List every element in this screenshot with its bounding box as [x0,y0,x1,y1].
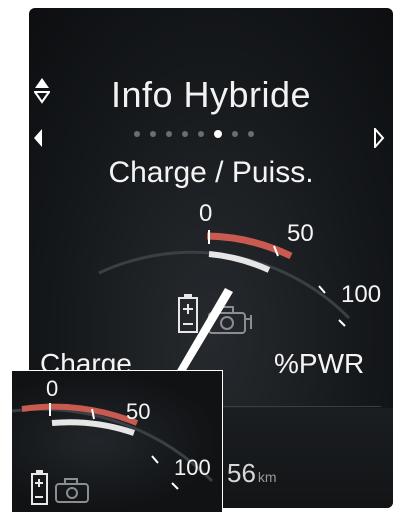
inset-battery-icon [31,470,48,505]
odometer-value: 56 [227,458,256,488]
scale-label-fifty: 50 [287,220,314,247]
tick-minor [338,319,346,327]
inset-gauge [12,403,214,505]
scale-label-zero: 0 [199,200,213,227]
magnified-inset: 0 50 100 [12,370,223,512]
inset-scale-label-zero: 0 [46,376,59,401]
inset-engine-icon [55,478,89,503]
gauge-outer-arc [98,250,351,320]
odometer: 56 km [227,458,277,489]
power-label: %PWR [274,348,365,379]
engine-icon [208,306,252,334]
inset-scale-label-fifty: 50 [126,399,151,424]
scale-label-hundred: 100 [341,281,382,308]
battery-icon [178,294,198,333]
odometer-unit: km [257,469,277,485]
inset-scale-label-hundred: 100 [174,455,211,480]
